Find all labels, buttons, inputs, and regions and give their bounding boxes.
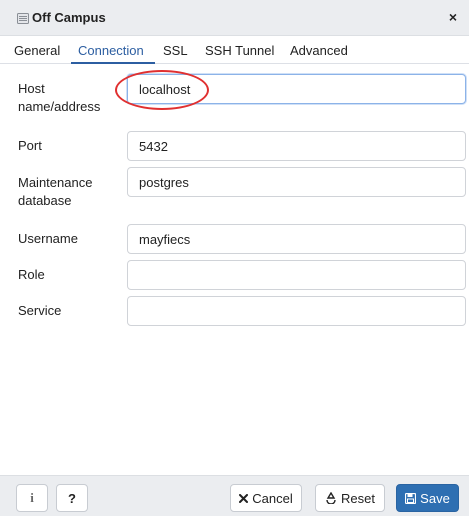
dialog-titlebar[interactable]: Off Campus × bbox=[0, 0, 469, 36]
maintenance-database-input[interactable] bbox=[127, 167, 466, 197]
server-icon bbox=[17, 13, 29, 24]
floppy-disk-icon bbox=[405, 492, 417, 504]
reset-button[interactable]: Reset bbox=[315, 484, 385, 512]
info-icon: i bbox=[30, 490, 34, 505]
dialog-footer: i ? Cancel Reset Save bbox=[0, 475, 469, 516]
role-label: Role bbox=[18, 267, 45, 282]
x-icon bbox=[239, 493, 249, 503]
port-input[interactable] bbox=[127, 131, 466, 161]
host-label: Host name/address bbox=[18, 81, 101, 114]
tab-advanced[interactable]: Advanced bbox=[290, 43, 348, 58]
cancel-button[interactable]: Cancel bbox=[230, 484, 302, 512]
service-label: Service bbox=[18, 303, 62, 318]
tab-connection[interactable]: Connection bbox=[78, 43, 144, 58]
tab-bar: General Connection SSL SSH Tunnel Advanc… bbox=[0, 37, 469, 64]
connection-form: Host name/address Port Maintenance datab… bbox=[6, 66, 469, 471]
dialog-title: Off Campus bbox=[32, 10, 106, 25]
username-label: Username bbox=[18, 231, 78, 246]
maintenance-database-label: Maintenance database bbox=[18, 175, 93, 208]
info-button[interactable]: i bbox=[16, 484, 48, 512]
tab-ssl[interactable]: SSL bbox=[163, 43, 188, 58]
active-tab-indicator bbox=[71, 62, 155, 64]
recycle-icon bbox=[326, 492, 336, 504]
tab-general[interactable]: General bbox=[14, 43, 60, 58]
port-label: Port bbox=[18, 138, 42, 153]
tab-ssh-tunnel[interactable]: SSH Tunnel bbox=[205, 43, 274, 58]
close-icon[interactable]: × bbox=[445, 8, 461, 26]
username-input[interactable] bbox=[127, 224, 466, 254]
help-icon: ? bbox=[68, 490, 76, 506]
save-button[interactable]: Save bbox=[396, 484, 459, 512]
server-dialog: Off Campus × General Connection SSL SSH … bbox=[0, 0, 469, 516]
service-input[interactable] bbox=[127, 296, 466, 326]
host-input[interactable] bbox=[127, 74, 466, 104]
role-input[interactable] bbox=[127, 260, 466, 290]
help-button[interactable]: ? bbox=[56, 484, 88, 512]
